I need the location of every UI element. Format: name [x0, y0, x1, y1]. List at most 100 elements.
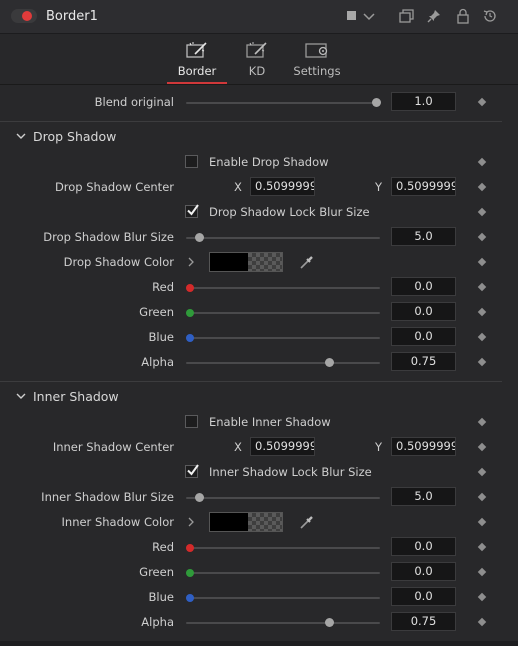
enable-inner-shadow-checkbox[interactable]	[185, 415, 198, 428]
blue-value[interactable]: 0.0	[391, 587, 456, 606]
active-tab-underline	[167, 82, 227, 84]
drop-shadow-blur-slider[interactable]	[186, 233, 380, 242]
alpha-value[interactable]: 0.75	[391, 612, 456, 631]
eyedropper-icon[interactable]	[299, 255, 314, 270]
checkbox-label: Enable Drop Shadow	[209, 155, 329, 169]
chevron-right-icon[interactable]	[186, 256, 196, 268]
keyframe-diamond-icon[interactable]	[477, 307, 487, 317]
blue-value[interactable]: 0.0	[391, 327, 456, 346]
blend-original-value[interactable]: 1.0	[391, 92, 456, 111]
y-label: Y	[375, 180, 383, 194]
keyframe-diamond-icon[interactable]	[477, 517, 487, 527]
lock-icon[interactable]	[455, 8, 471, 24]
keyframe-diamond-icon[interactable]	[477, 182, 487, 192]
tab-kd[interactable]: KD	[233, 34, 281, 84]
drop-shadow-center-x-field[interactable]: 0.5099999	[250, 177, 315, 196]
blue-label: Blue	[148, 590, 174, 604]
keyframe-diamond-icon[interactable]	[477, 357, 487, 367]
slider-thumb[interactable]	[325, 618, 334, 627]
keyframe-diamond-icon[interactable]	[477, 592, 487, 602]
inner-shadow-lock-checkbox[interactable]	[185, 464, 199, 478]
keyframe-diamond-icon[interactable]	[477, 542, 487, 552]
chevron-down-icon[interactable]	[361, 8, 377, 24]
red-label: Red	[152, 280, 174, 294]
drop-shadow-red-row: Red 0.0	[0, 275, 518, 300]
inner-shadow-blur-row: Inner Shadow Blur Size 5.0	[0, 485, 518, 510]
node-title: Border1	[46, 9, 98, 24]
checkbox-label: Drop Shadow Lock Blur Size	[209, 205, 370, 219]
blue-slider-thumb[interactable]	[186, 594, 194, 602]
keyframe-diamond-icon[interactable]	[477, 332, 487, 342]
inner-shadow-center-x-field[interactable]: 0.5099999	[250, 437, 315, 456]
keyframe-diamond-icon[interactable]	[477, 467, 487, 477]
drop-shadow-section-header[interactable]: Drop Shadow	[0, 124, 518, 150]
keyframe-diamond-icon[interactable]	[477, 97, 487, 107]
slider-thumb[interactable]	[195, 233, 204, 242]
inner-shadow-blur-value[interactable]: 5.0	[391, 487, 456, 506]
tab-settings[interactable]: Settings	[290, 34, 344, 84]
red-value[interactable]: 0.0	[391, 537, 456, 556]
eyedropper-icon[interactable]	[299, 515, 314, 530]
tab-label: KD	[248, 64, 266, 78]
red-slider[interactable]	[186, 544, 380, 552]
inner-shadow-blur-slider[interactable]	[186, 493, 380, 502]
keyframe-diamond-icon[interactable]	[477, 617, 487, 627]
inner-shadow-color-swatch[interactable]	[209, 512, 283, 532]
green-slider[interactable]	[186, 309, 380, 317]
red-slider[interactable]	[186, 284, 380, 292]
slider-thumb[interactable]	[372, 98, 381, 107]
red-value[interactable]: 0.0	[391, 277, 456, 296]
tab-border[interactable]: Border	[167, 34, 227, 84]
red-label: Red	[152, 540, 174, 554]
panel-bottom-edge	[0, 641, 518, 646]
green-label: Green	[139, 565, 174, 579]
green-slider-thumb[interactable]	[186, 309, 194, 317]
blend-original-label: Blend original	[94, 95, 174, 109]
blue-slider-thumb[interactable]	[186, 334, 194, 342]
alpha-slider[interactable]	[186, 618, 380, 627]
blue-slider[interactable]	[186, 334, 380, 342]
alpha-value[interactable]: 0.75	[391, 352, 456, 371]
inner-shadow-color-row: Inner Shadow Color	[0, 510, 518, 535]
color-swatch-icon[interactable]	[344, 8, 360, 24]
keyframe-diamond-icon[interactable]	[477, 282, 487, 292]
inner-shadow-section-header[interactable]: Inner Shadow	[0, 384, 518, 410]
drop-shadow-lock-checkbox[interactable]	[185, 204, 199, 218]
green-value[interactable]: 0.0	[391, 562, 456, 581]
drop-shadow-color-swatch[interactable]	[209, 252, 283, 272]
green-value[interactable]: 0.0	[391, 302, 456, 321]
blend-original-slider[interactable]	[186, 98, 381, 107]
keyframe-diamond-icon[interactable]	[477, 417, 487, 427]
keyframe-diamond-icon[interactable]	[477, 257, 487, 267]
section-title: Drop Shadow	[33, 129, 117, 144]
keyframe-diamond-icon[interactable]	[477, 232, 487, 242]
drop-shadow-blur-value[interactable]: 5.0	[391, 227, 456, 246]
node-enable-toggle[interactable]	[11, 9, 37, 23]
keyframe-diamond-icon[interactable]	[477, 157, 487, 167]
windows-icon[interactable]	[398, 8, 414, 24]
chevron-right-icon[interactable]	[186, 516, 196, 528]
slider-thumb[interactable]	[325, 358, 334, 367]
keyframe-diamond-icon[interactable]	[477, 207, 487, 217]
checkmark-icon	[187, 204, 199, 216]
reset-icon[interactable]	[482, 8, 498, 24]
green-slider[interactable]	[186, 569, 380, 577]
red-slider-thumb[interactable]	[186, 284, 194, 292]
alpha-slider[interactable]	[186, 358, 380, 367]
red-slider-thumb[interactable]	[186, 544, 194, 552]
drop-shadow-center-y-field[interactable]: 0.5099999	[391, 177, 456, 196]
green-slider-thumb[interactable]	[186, 569, 194, 577]
alpha-checker	[248, 253, 282, 271]
pin-icon[interactable]	[426, 8, 442, 24]
inner-shadow-center-y-field[interactable]: 0.5099999	[391, 437, 456, 456]
inner-shadow-red-row: Red 0.0	[0, 535, 518, 560]
keyframe-diamond-icon[interactable]	[477, 442, 487, 452]
enable-drop-shadow-checkbox[interactable]	[185, 155, 198, 168]
keyframe-diamond-icon[interactable]	[477, 492, 487, 502]
keyframe-diamond-icon[interactable]	[477, 567, 487, 577]
checkmark-icon	[187, 464, 199, 476]
inspector-tabs: Border KD Settings	[0, 34, 518, 85]
blue-slider[interactable]	[186, 594, 380, 602]
drop-shadow-alpha-row: Alpha 0.75	[0, 350, 518, 375]
slider-thumb[interactable]	[195, 493, 204, 502]
